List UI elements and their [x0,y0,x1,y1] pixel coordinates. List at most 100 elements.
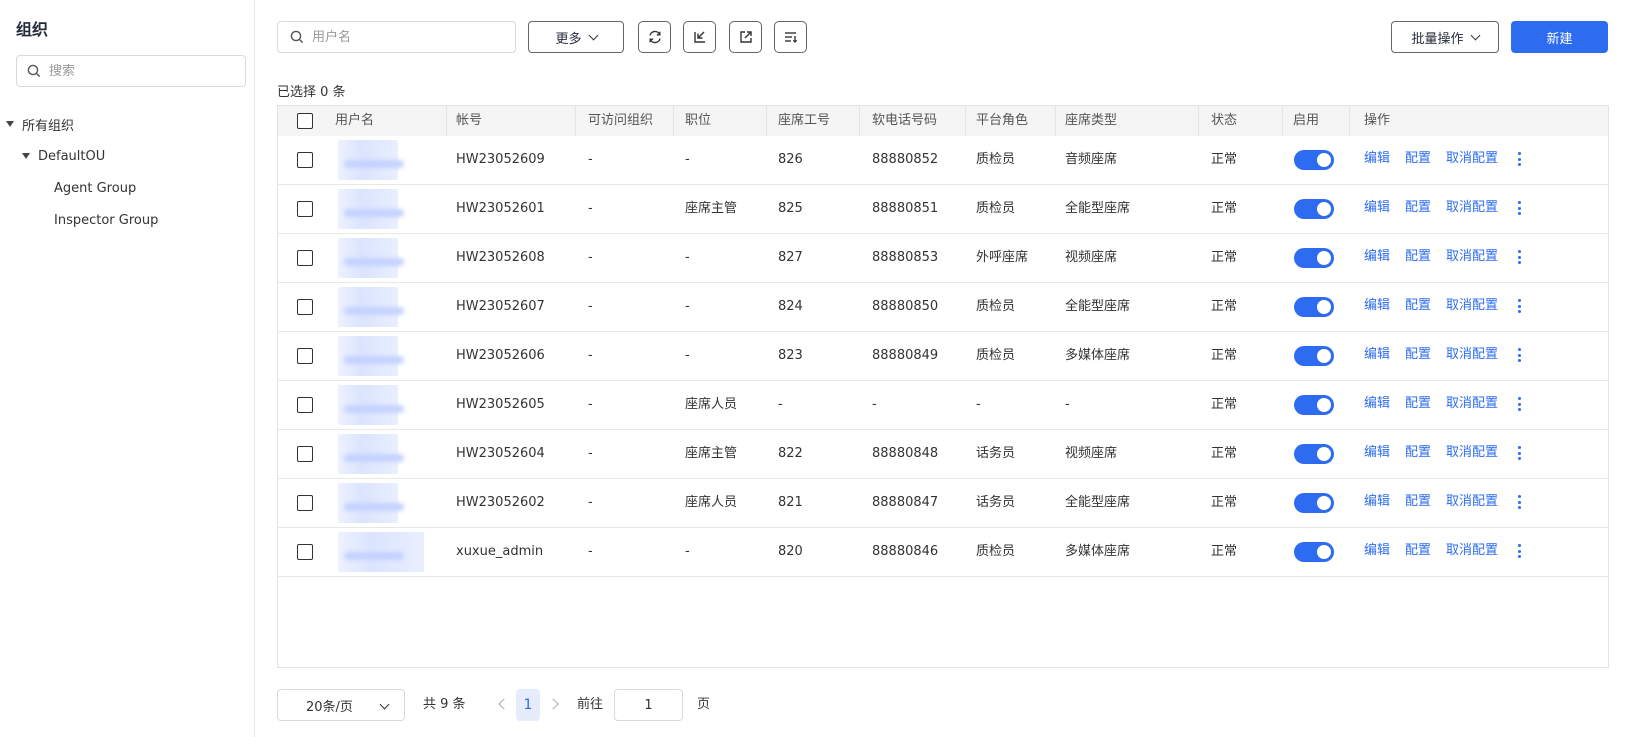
org-search-input[interactable] [49,63,229,79]
select-all-checkbox[interactable] [297,113,313,129]
more-filter-button[interactable]: 更多 [528,21,624,53]
row-checkbox[interactable] [297,495,313,511]
table-row: HW23052609 - - 826 88880852 质检员 音频座席 正常 编辑 配置 取消配置 [278,136,1608,185]
cell-agent-type: 多媒体座席 [1065,544,1131,559]
unconfigure-link[interactable]: 取消配置 [1446,479,1498,525]
export-button[interactable] [729,21,762,53]
kebab-dot [1517,402,1521,406]
enable-toggle[interactable] [1294,297,1334,317]
edit-link[interactable]: 编辑 [1364,479,1390,525]
edit-link[interactable]: 编辑 [1364,332,1390,378]
new-user-button[interactable]: 新建 [1511,21,1608,53]
tree-node-all-orgs[interactable]: 所有组织 [0,108,254,140]
more-actions-icon[interactable] [1517,299,1521,313]
row-checkbox[interactable] [297,201,313,217]
redaction-blur [344,405,404,413]
cell-agent-type: 全能型座席 [1065,201,1131,216]
more-actions-icon[interactable] [1517,397,1521,411]
cell-platform-role: 质检员 [976,348,1016,363]
redaction-blur [344,503,404,511]
cell-platform-role: 话务员 [976,446,1016,461]
more-actions-icon[interactable] [1517,250,1521,264]
row-checkbox[interactable] [297,397,313,413]
configure-link[interactable]: 配置 [1405,283,1431,329]
more-actions-icon[interactable] [1517,348,1521,362]
cell-accessible-org: - [588,250,593,265]
row-checkbox[interactable] [297,446,313,462]
kebab-dot [1517,500,1521,504]
row-checkbox[interactable] [297,250,313,266]
caret-down-icon[interactable] [22,153,30,159]
page-size-select[interactable]: 20条/页 [277,689,405,721]
column-settings-button[interactable] [774,21,807,53]
enable-toggle[interactable] [1294,395,1334,415]
username-search-box[interactable] [277,21,516,53]
goto-page-input[interactable] [614,689,683,721]
configure-link[interactable]: 配置 [1405,479,1431,525]
unconfigure-link[interactable]: 取消配置 [1446,136,1498,182]
row-checkbox[interactable] [297,544,313,560]
enable-toggle[interactable] [1294,199,1334,219]
row-checkbox[interactable] [297,299,313,315]
more-actions-icon[interactable] [1517,495,1521,509]
refresh-button[interactable] [638,21,671,53]
edit-link[interactable]: 编辑 [1364,136,1390,182]
unconfigure-link[interactable]: 取消配置 [1446,528,1498,574]
more-actions-icon[interactable] [1517,152,1521,166]
table-row: xuxue_admin - - 820 88880846 质检员 多媒体座席 正常 编辑 配置 取消… [278,528,1608,577]
edit-link[interactable]: 编辑 [1364,430,1390,476]
configure-link[interactable]: 配置 [1405,332,1431,378]
row-checkbox[interactable] [297,348,313,364]
more-actions-icon[interactable] [1517,201,1521,215]
redaction-blur [344,552,404,560]
username-search-input[interactable] [312,29,502,45]
enable-toggle[interactable] [1294,493,1334,513]
cell-agent-id: 826 [778,152,803,167]
cell-position: - [685,544,690,559]
cell-softphone: 88880849 [872,348,939,363]
kebab-dot [1517,353,1521,357]
edit-link[interactable]: 编辑 [1364,381,1390,427]
batch-operation-button[interactable]: 批量操作 [1391,21,1499,53]
org-search-box[interactable] [16,55,246,87]
tree-node-defaultou[interactable]: DefaultOU [0,140,254,172]
configure-link[interactable]: 配置 [1405,528,1431,574]
enable-toggle[interactable] [1294,248,1334,268]
configure-link[interactable]: 配置 [1405,430,1431,476]
enable-toggle[interactable] [1294,444,1334,464]
edit-link[interactable]: 编辑 [1364,528,1390,574]
prev-page-icon[interactable] [498,698,510,710]
import-button[interactable] [683,21,716,53]
enable-toggle[interactable] [1294,150,1334,170]
search-icon [290,30,304,44]
unconfigure-link[interactable]: 取消配置 [1446,332,1498,378]
unconfigure-link[interactable]: 取消配置 [1446,283,1498,329]
edit-link[interactable]: 编辑 [1364,234,1390,280]
more-actions-icon[interactable] [1517,446,1521,460]
cell-account: HW23052607 [456,299,545,314]
cell-account: HW23052606 [456,348,545,363]
configure-link[interactable]: 配置 [1405,136,1431,182]
kebab-dot [1517,359,1521,362]
tree-node-agent-group[interactable]: Agent Group [0,172,254,204]
enable-toggle[interactable] [1294,542,1334,562]
next-page-icon[interactable] [547,698,559,710]
page-number-current[interactable]: 1 [516,689,540,721]
enable-toggle[interactable] [1294,346,1334,366]
configure-link[interactable]: 配置 [1405,185,1431,231]
header-actions: 操作 [1364,113,1391,128]
caret-down-icon[interactable] [6,121,14,127]
cell-accessible-org: - [588,152,593,167]
more-actions-icon[interactable] [1517,544,1521,558]
unconfigure-link[interactable]: 取消配置 [1446,430,1498,476]
cell-softphone: 88880852 [872,152,939,167]
edit-link[interactable]: 编辑 [1364,283,1390,329]
unconfigure-link[interactable]: 取消配置 [1446,234,1498,280]
configure-link[interactable]: 配置 [1405,234,1431,280]
edit-link[interactable]: 编辑 [1364,185,1390,231]
unconfigure-link[interactable]: 取消配置 [1446,185,1498,231]
row-checkbox[interactable] [297,152,313,168]
unconfigure-link[interactable]: 取消配置 [1446,381,1498,427]
tree-node-inspector-group[interactable]: Inspector Group [0,204,254,236]
configure-link[interactable]: 配置 [1405,381,1431,427]
